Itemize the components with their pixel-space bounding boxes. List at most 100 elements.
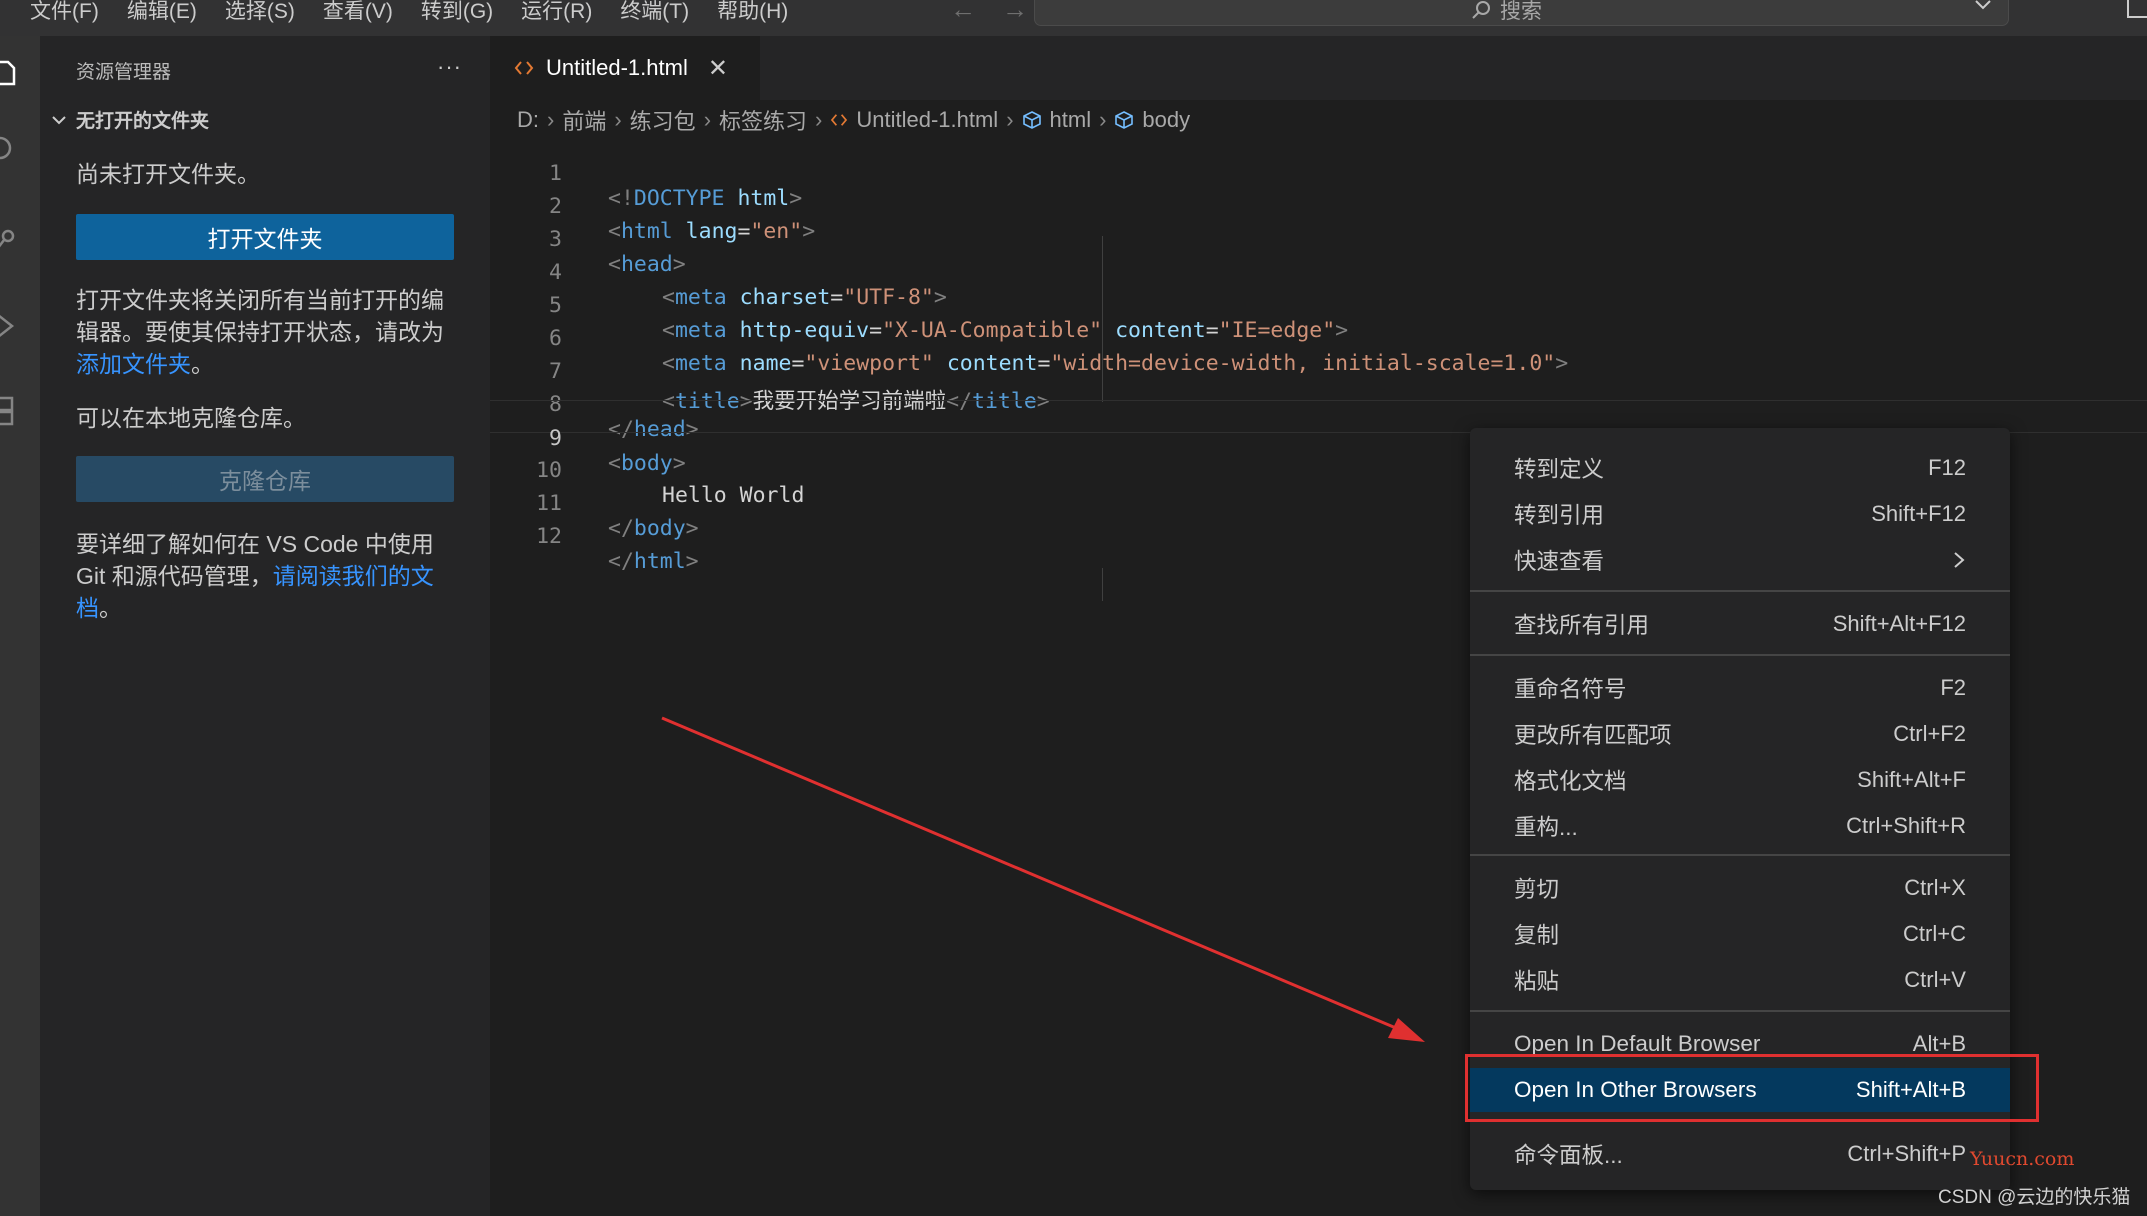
code-token: </ bbox=[608, 549, 634, 574]
menu-item-shortcut: Ctrl+F2 bbox=[1893, 721, 1966, 746]
explorer-icon[interactable] bbox=[0, 58, 18, 88]
clone-repo-button[interactable]: 克隆仓库 bbox=[76, 456, 454, 502]
menu-item-change-all-occurrences[interactable]: 更改所有匹配项 Ctrl+F2 bbox=[1470, 712, 2010, 756]
menu-edit[interactable]: 编辑(E) bbox=[127, 0, 197, 25]
breadcrumb-file[interactable]: Untitled-1.html bbox=[856, 107, 998, 133]
menu-bar: 文件(F) 编辑(E) 选择(S) 查看(V) 转到(G) 运行(R) 终端(T… bbox=[30, 0, 816, 28]
layout-toggle-icon[interactable] bbox=[2127, 0, 2147, 18]
chevron-right-icon bbox=[1954, 552, 1965, 568]
title-bar: 文件(F) 编辑(E) 选择(S) 查看(V) 转到(G) 运行(R) 终端(T… bbox=[0, 0, 2147, 36]
chevron-right-icon: › bbox=[815, 107, 823, 132]
extensions-icon[interactable] bbox=[0, 396, 18, 426]
no-folder-text: 尚未打开文件夹。 bbox=[76, 161, 260, 187]
sidebar-title: 资源管理器 bbox=[76, 62, 172, 83]
menu-item-label: 转到定义 bbox=[1514, 457, 1605, 482]
activity-bar bbox=[0, 36, 40, 1216]
code-line-2[interactable]: 2 <html lang="en"> bbox=[490, 169, 2147, 244]
menu-item-label: 复制 bbox=[1514, 923, 1560, 948]
menu-view[interactable]: 查看(V) bbox=[323, 0, 393, 25]
menu-separator bbox=[1470, 654, 2010, 656]
close-editors-message: 打开文件夹将关闭所有当前打开的编辑器。要使其保持打开状态，请改为 bbox=[76, 287, 444, 345]
menu-item-shortcut: Shift+F12 bbox=[1871, 501, 1966, 526]
menu-selection[interactable]: 选择(S) bbox=[225, 0, 295, 25]
menu-item-shortcut: Ctrl+X bbox=[1904, 875, 1966, 900]
menu-item-shortcut: Ctrl+Shift+R bbox=[1846, 813, 1966, 838]
more-actions-icon[interactable]: ··· bbox=[437, 54, 462, 80]
code-line-6[interactable]: 6 <meta name="viewport" content="width=d… bbox=[490, 301, 2147, 376]
menu-file[interactable]: 文件(F) bbox=[30, 0, 99, 25]
menu-item-paste[interactable]: 粘贴 Ctrl+V bbox=[1470, 958, 2010, 1002]
breadcrumb-folder-practice[interactable]: 练习包 bbox=[630, 104, 696, 136]
period: 。 bbox=[191, 351, 214, 377]
menu-item-command-palette[interactable]: 命令面板... Ctrl+Shift+P bbox=[1470, 1132, 2010, 1176]
breadcrumb: D: › 前端 › 练习包 › 标签练习 › Untitled-1.html ›… bbox=[517, 104, 1190, 136]
tab-untitled-1[interactable]: Untitled-1.html ✕ bbox=[490, 36, 760, 100]
line-number: 12 bbox=[536, 524, 562, 549]
chevron-down-icon bbox=[52, 115, 66, 124]
breadcrumb-symbol-body[interactable]: body bbox=[1142, 107, 1190, 133]
tab-label: Untitled-1.html bbox=[546, 55, 688, 80]
menu-item-label: 剪切 bbox=[1514, 877, 1560, 902]
highlight-annotation-box bbox=[1465, 1054, 2039, 1122]
menu-run[interactable]: 运行(R) bbox=[521, 0, 592, 25]
menu-separator bbox=[1470, 590, 2010, 592]
menu-separator bbox=[1470, 854, 2010, 856]
menu-help[interactable]: 帮助(H) bbox=[717, 0, 788, 25]
yuucn-watermark: Yuucn.com bbox=[1970, 1148, 2075, 1170]
code-line-7[interactable]: 7 <title>我要开始学习前端啦</title> bbox=[490, 334, 2147, 414]
no-folder-section-header[interactable]: 无打开的文件夹 bbox=[50, 106, 209, 133]
menu-item-rename-symbol[interactable]: 重命名符号 F2 bbox=[1470, 666, 2010, 710]
menu-item-cut[interactable]: 剪切 Ctrl+X bbox=[1470, 866, 2010, 910]
menu-item-label: 更改所有匹配项 bbox=[1514, 723, 1672, 748]
code-line-1[interactable]: 1 <!DOCTYPE html> bbox=[490, 136, 2147, 211]
menu-item-format-document[interactable]: 格式化文档 Shift+Alt+F bbox=[1470, 758, 2010, 802]
menu-item-shortcut: F12 bbox=[1928, 455, 1966, 480]
breadcrumb-folder-tags[interactable]: 标签练习 bbox=[719, 104, 807, 136]
menu-item-shortcut: Shift+Alt+F bbox=[1857, 767, 1966, 792]
chevron-right-icon: › bbox=[614, 107, 622, 132]
code-line-3[interactable]: 3 <head> bbox=[490, 202, 2147, 277]
run-debug-icon[interactable] bbox=[0, 311, 18, 341]
clone-text: 可以在本地克隆仓库。 bbox=[76, 405, 306, 431]
code-line-4[interactable]: 4 <meta charset="UTF-8"> bbox=[490, 235, 2147, 310]
menu-item-label: 格式化文档 bbox=[1514, 769, 1627, 794]
code-line-5[interactable]: 5 <meta http-equiv="X-UA-Compatible" con… bbox=[490, 268, 2147, 343]
menu-item-shortcut: F2 bbox=[1940, 675, 1966, 700]
menu-item-go-to-definition[interactable]: 转到定义 F12 bbox=[1470, 446, 2010, 490]
add-folder-link[interactable]: 添加文件夹 bbox=[76, 351, 191, 377]
search-icon bbox=[1472, 1, 1490, 19]
menu-item-refactor[interactable]: 重构... Ctrl+Shift+R bbox=[1470, 804, 2010, 848]
close-icon[interactable]: ✕ bbox=[708, 54, 728, 83]
breadcrumb-folder-frontend[interactable]: 前端 bbox=[562, 104, 606, 136]
code-line-8[interactable]: 8 </head> bbox=[490, 367, 2147, 442]
menu-terminal[interactable]: 终端(T) bbox=[620, 0, 689, 25]
chevron-right-icon: › bbox=[1099, 107, 1107, 132]
menu-item-find-all-references[interactable]: 查找所有引用 Shift+Alt+F12 bbox=[1470, 602, 2010, 646]
chevron-right-icon: › bbox=[703, 107, 712, 132]
search-view-icon[interactable] bbox=[0, 136, 18, 166]
menu-item-label: 快速查看 bbox=[1514, 549, 1605, 574]
code-token: html bbox=[633, 549, 686, 574]
menu-item-label: 重命名符号 bbox=[1514, 677, 1627, 702]
breadcrumb-drive[interactable]: D: bbox=[517, 107, 539, 133]
cube-symbol-icon bbox=[1022, 111, 1041, 129]
period: 。 bbox=[99, 595, 122, 621]
command-center-search[interactable]: 搜索 bbox=[1034, 0, 2009, 26]
forward-arrow-icon[interactable]: → bbox=[1002, 0, 1028, 25]
chevron-down-icon[interactable] bbox=[1972, 0, 1994, 15]
code-token: > bbox=[685, 549, 699, 574]
source-control-icon[interactable] bbox=[0, 226, 18, 256]
html-file-icon bbox=[514, 61, 534, 75]
section-label: 无打开的文件夹 bbox=[76, 111, 210, 132]
menu-item-go-to-references[interactable]: 转到引用 Shift+F12 bbox=[1470, 492, 2010, 536]
menu-item-label: 转到引用 bbox=[1514, 503, 1605, 528]
menu-item-label: 粘贴 bbox=[1514, 969, 1560, 994]
menu-item-shortcut: Ctrl+Shift+P bbox=[1847, 1141, 1966, 1166]
breadcrumb-symbol-html[interactable]: html bbox=[1050, 107, 1092, 133]
menu-item-peek[interactable]: 快速查看 bbox=[1470, 538, 2010, 582]
menu-go[interactable]: 转到(G) bbox=[421, 0, 493, 25]
back-arrow-icon[interactable]: ← bbox=[950, 0, 976, 25]
open-folder-button[interactable]: 打开文件夹 bbox=[76, 214, 454, 260]
menu-item-copy[interactable]: 复制 Ctrl+C bbox=[1470, 912, 2010, 956]
chevron-right-icon: › bbox=[547, 107, 555, 132]
